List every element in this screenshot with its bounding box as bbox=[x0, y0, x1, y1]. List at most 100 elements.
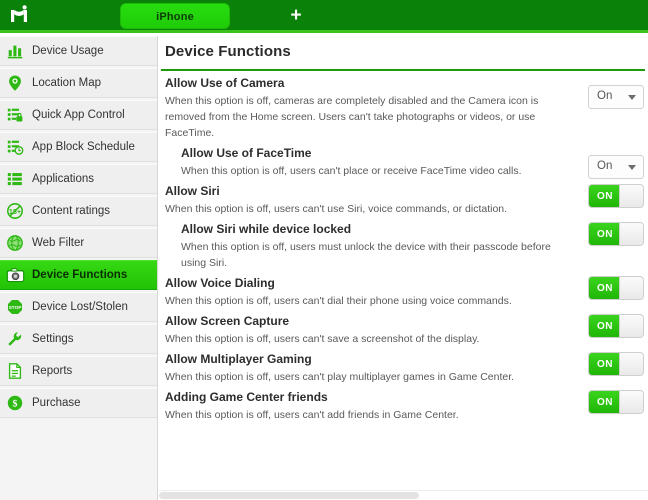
dropdown-selected-value: On bbox=[597, 160, 613, 172]
option-control: On bbox=[588, 85, 644, 109]
option-control: ON bbox=[588, 222, 644, 246]
device-functions-options-list: Allow Use of Camera When this option is o… bbox=[159, 76, 648, 496]
bar-chart-icon bbox=[4, 40, 26, 62]
option-title: Adding Game Center friends bbox=[165, 390, 328, 404]
toggle-knob[interactable] bbox=[619, 315, 643, 337]
page-title: Device Functions bbox=[165, 43, 291, 60]
option-title: Allow Siri bbox=[165, 184, 220, 198]
sidebar-item-label: Web Filter bbox=[32, 237, 85, 249]
toggle-allow-siri[interactable]: ON bbox=[588, 184, 644, 208]
toggle-state-label: ON bbox=[589, 391, 621, 413]
sidebar-item-label: Location Map bbox=[32, 77, 102, 89]
sidebar-item-reports[interactable]: Reports bbox=[0, 356, 157, 386]
sidebar-item-label: Device Usage bbox=[32, 45, 104, 57]
sidebar-navigation: Device Usage Location Map Quick App Cont… bbox=[0, 36, 158, 500]
option-row-adding-game-center-friends: Adding Game Center friends When this opti… bbox=[159, 390, 648, 423]
option-description: When this option is off, users can't add… bbox=[165, 409, 459, 421]
dollar-coin-icon: $ bbox=[4, 392, 26, 414]
option-control: ON bbox=[588, 184, 644, 208]
sidebar-item-label: Settings bbox=[32, 333, 74, 345]
chevron-down-icon bbox=[628, 95, 636, 100]
toggle-state-label: ON bbox=[589, 315, 621, 337]
sidebar-item-web-filter[interactable]: Web Filter bbox=[0, 228, 157, 258]
toggle-allow-siri-while-device-locked[interactable]: ON bbox=[588, 222, 644, 246]
sidebar-item-label: Applications bbox=[32, 173, 95, 185]
svg-text:STOP: STOP bbox=[9, 305, 22, 310]
horizontal-scrollbar-thumb[interactable] bbox=[159, 492, 419, 499]
horizontal-scrollbar[interactable] bbox=[159, 490, 648, 500]
sidebar-item-applications[interactable]: Applications bbox=[0, 164, 157, 194]
option-description: When this option is off, users can't pla… bbox=[181, 165, 522, 177]
option-title: Allow Use of FaceTime bbox=[181, 146, 312, 160]
toggle-allow-screen-capture[interactable]: ON bbox=[588, 314, 644, 338]
sidebar-item-label: App Block Schedule bbox=[32, 141, 135, 153]
camera-icon bbox=[4, 264, 26, 286]
app-lock-icon bbox=[4, 104, 26, 126]
title-divider bbox=[161, 69, 645, 71]
toggle-state-label: ON bbox=[589, 353, 621, 375]
option-description: When this option is off, users must unlo… bbox=[181, 241, 551, 269]
option-row-allow-multiplayer-gaming: Allow Multiplayer Gaming When this option… bbox=[159, 352, 648, 385]
sidebar-item-app-block-schedule[interactable]: App Block Schedule bbox=[0, 132, 157, 162]
toggle-knob[interactable] bbox=[619, 353, 643, 375]
device-tab-iphone[interactable]: iPhone bbox=[120, 3, 230, 29]
toggle-knob[interactable] bbox=[619, 391, 643, 413]
mobicip-m-logo-icon bbox=[6, 3, 32, 29]
option-control: ON bbox=[588, 276, 644, 300]
toggle-state-label: ON bbox=[589, 277, 621, 299]
sidebar-item-device-usage[interactable]: Device Usage bbox=[0, 36, 157, 66]
plus-icon[interactable]: + bbox=[287, 6, 305, 26]
sidebar-item-quick-app-control[interactable]: Quick App Control bbox=[0, 100, 157, 130]
sidebar-item-label: Device Lost/Stolen bbox=[32, 301, 128, 313]
toggle-knob[interactable] bbox=[619, 185, 643, 207]
sidebar-item-location-map[interactable]: Location Map bbox=[0, 68, 157, 98]
toggle-state-label: ON bbox=[589, 223, 621, 245]
option-description: When this option is off, users can't sav… bbox=[165, 333, 480, 345]
wrench-icon bbox=[4, 328, 26, 350]
top-bar: iPhone + bbox=[0, 0, 648, 33]
device-tab-strip: iPhone bbox=[120, 3, 230, 30]
option-control: On bbox=[588, 155, 644, 179]
list-icon bbox=[4, 168, 26, 190]
toggle-allow-multiplayer-gaming[interactable]: ON bbox=[588, 352, 644, 376]
document-icon bbox=[4, 360, 26, 382]
option-control: ON bbox=[588, 390, 644, 414]
toggle-knob[interactable] bbox=[619, 223, 643, 245]
sidebar-item-settings[interactable]: Settings bbox=[0, 324, 157, 354]
globe-icon bbox=[4, 232, 26, 254]
option-description: When this option is off, users can't dia… bbox=[165, 295, 512, 307]
sidebar-item-purchase[interactable]: $ Purchase bbox=[0, 388, 157, 418]
sidebar-item-label: Quick App Control bbox=[32, 109, 125, 121]
option-row-allow-screen-capture: Allow Screen Capture When this option is … bbox=[159, 314, 648, 347]
option-title: Allow Screen Capture bbox=[165, 314, 290, 328]
option-description: When this option is off, users can't pla… bbox=[165, 371, 515, 383]
option-control: ON bbox=[588, 314, 644, 338]
sidebar-item-label: Reports bbox=[32, 365, 73, 377]
option-title: Allow Siri while device locked bbox=[181, 222, 352, 236]
toggle-adding-game-center-friends[interactable]: ON bbox=[588, 390, 644, 414]
main-content-panel: Device Functions Allow Use of Camera When… bbox=[159, 36, 648, 500]
option-row-allow-siri-while-device-locked: Allow Siri while device locked When this … bbox=[159, 222, 648, 271]
sidebar-item-label: Device Functions bbox=[32, 269, 128, 281]
option-description: When this option is off, users can't use… bbox=[165, 203, 508, 215]
option-control: ON bbox=[588, 352, 644, 376]
sidebar-item-device-lost-stolen[interactable]: STOP Device Lost/Stolen bbox=[0, 292, 157, 322]
dropdown-allow-use-of-camera[interactable]: On bbox=[588, 85, 644, 109]
option-row-allow-siri: Allow Siri When this option is off, users… bbox=[159, 184, 648, 217]
sidebar-item-content-ratings[interactable]: 18+ Content ratings bbox=[0, 196, 157, 226]
age-rating-icon: 18+ bbox=[4, 200, 26, 222]
sidebar-item-device-functions[interactable]: Device Functions bbox=[0, 260, 157, 290]
option-row-allow-voice-dialing: Allow Voice Dialing When this option is o… bbox=[159, 276, 648, 309]
sidebar-item-label: Content ratings bbox=[32, 205, 110, 217]
option-title: Allow Voice Dialing bbox=[165, 276, 275, 290]
stop-sign-icon: STOP bbox=[4, 296, 26, 318]
map-pin-icon bbox=[4, 72, 26, 94]
dropdown-selected-value: On bbox=[597, 90, 613, 102]
app-clock-icon bbox=[4, 136, 26, 158]
dropdown-allow-use-of-facetime[interactable]: On bbox=[588, 155, 644, 179]
sidebar-item-label: Purchase bbox=[32, 397, 81, 409]
toggle-knob[interactable] bbox=[619, 277, 643, 299]
application-window: iPhone + Device Usage Location Map Quick… bbox=[0, 0, 648, 500]
svg-text:$: $ bbox=[13, 399, 18, 410]
toggle-allow-voice-dialing[interactable]: ON bbox=[588, 276, 644, 300]
